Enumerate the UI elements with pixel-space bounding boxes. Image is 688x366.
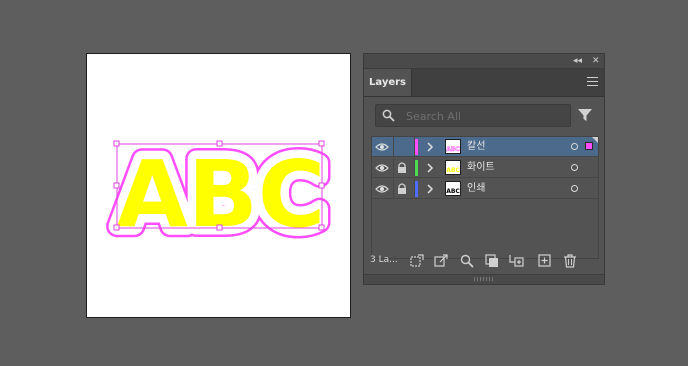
- panel-footer: 3 La...: [364, 250, 604, 272]
- handle-bottom-right[interactable]: [318, 224, 325, 231]
- eye-icon[interactable]: [375, 140, 389, 160]
- zoom-icon[interactable]: [460, 254, 474, 268]
- handle-mid-right[interactable]: [318, 182, 325, 189]
- layer-color-bar: [415, 160, 418, 176]
- search-input[interactable]: [404, 108, 568, 125]
- collect-for-export-icon[interactable]: [410, 254, 424, 268]
- lock-icon[interactable]: [396, 161, 408, 181]
- search-box[interactable]: [375, 104, 571, 127]
- handle-bottom-mid[interactable]: [216, 224, 223, 231]
- layer-row[interactable]: ABC 칼선: [372, 137, 598, 157]
- layer-count: 3 La...: [370, 255, 398, 265]
- search-icon: [382, 109, 395, 122]
- layer-name[interactable]: 칼선: [467, 140, 485, 154]
- eye-icon[interactable]: [375, 182, 389, 202]
- artwork[interactable]: ABC ABC ABC: [87, 54, 352, 319]
- handle-top-right[interactable]: [318, 140, 325, 147]
- artwork-print-layer: ABC: [117, 141, 326, 248]
- handle-mid-left[interactable]: [113, 182, 120, 189]
- layer-color-bar: [415, 181, 418, 197]
- svg-text:ABC: ABC: [446, 146, 460, 153]
- trash-icon[interactable]: [563, 254, 577, 268]
- tab-layers[interactable]: Layers: [364, 69, 412, 96]
- close-panel-button[interactable]: ✕: [592, 54, 600, 68]
- panel-resize-grip[interactable]: [364, 274, 604, 284]
- layer-thumbnail: ABC: [445, 139, 461, 154]
- layer-row[interactable]: ABC 화이트: [372, 158, 598, 178]
- chevron-right-icon[interactable]: [425, 182, 435, 196]
- artboard[interactable]: ABC ABC ABC: [86, 53, 351, 318]
- new-layer-icon[interactable]: [538, 254, 552, 268]
- lock-icon[interactable]: [396, 182, 408, 202]
- panel-title-bar[interactable]: ◂◂ ✕: [364, 54, 604, 69]
- new-sublayer-icon[interactable]: [509, 254, 525, 268]
- clipping-mask-icon[interactable]: [485, 254, 499, 268]
- svg-text:ABC: ABC: [446, 167, 460, 174]
- handle-top-left[interactable]: [113, 140, 120, 147]
- chevron-right-icon[interactable]: [425, 140, 435, 154]
- collapse-panel-button[interactable]: ◂◂: [573, 54, 582, 68]
- layer-row[interactable]: ABC 인쇄: [372, 179, 598, 199]
- layer-color-bar: [415, 139, 418, 155]
- layer-thumbnail: ABC: [445, 160, 461, 175]
- filter-icon[interactable]: [578, 108, 592, 122]
- layer-target-icon[interactable]: [571, 185, 578, 192]
- hamburger-menu-icon[interactable]: [587, 77, 598, 86]
- handle-bottom-left[interactable]: [113, 224, 120, 231]
- selection-indicator[interactable]: [585, 142, 593, 150]
- layer-thumbnail: ABC: [445, 181, 461, 196]
- locate-object-icon[interactable]: [434, 254, 448, 268]
- handle-top-mid[interactable]: [216, 140, 223, 147]
- eye-icon[interactable]: [375, 161, 389, 181]
- layer-target-icon[interactable]: [571, 164, 578, 171]
- layer-target-icon[interactable]: [571, 143, 578, 150]
- layers-panel: ◂◂ ✕ Layers ABC 칼선: [363, 53, 605, 285]
- svg-text:ABC: ABC: [446, 188, 460, 195]
- panel-tab-strip: Layers: [364, 69, 604, 97]
- chevron-right-icon[interactable]: [425, 161, 435, 175]
- layer-name[interactable]: 화이트: [467, 161, 495, 175]
- layers-list: ABC 칼선 ABC 화이트 ABC 인쇄: [371, 136, 599, 259]
- layer-name[interactable]: 인쇄: [467, 182, 485, 196]
